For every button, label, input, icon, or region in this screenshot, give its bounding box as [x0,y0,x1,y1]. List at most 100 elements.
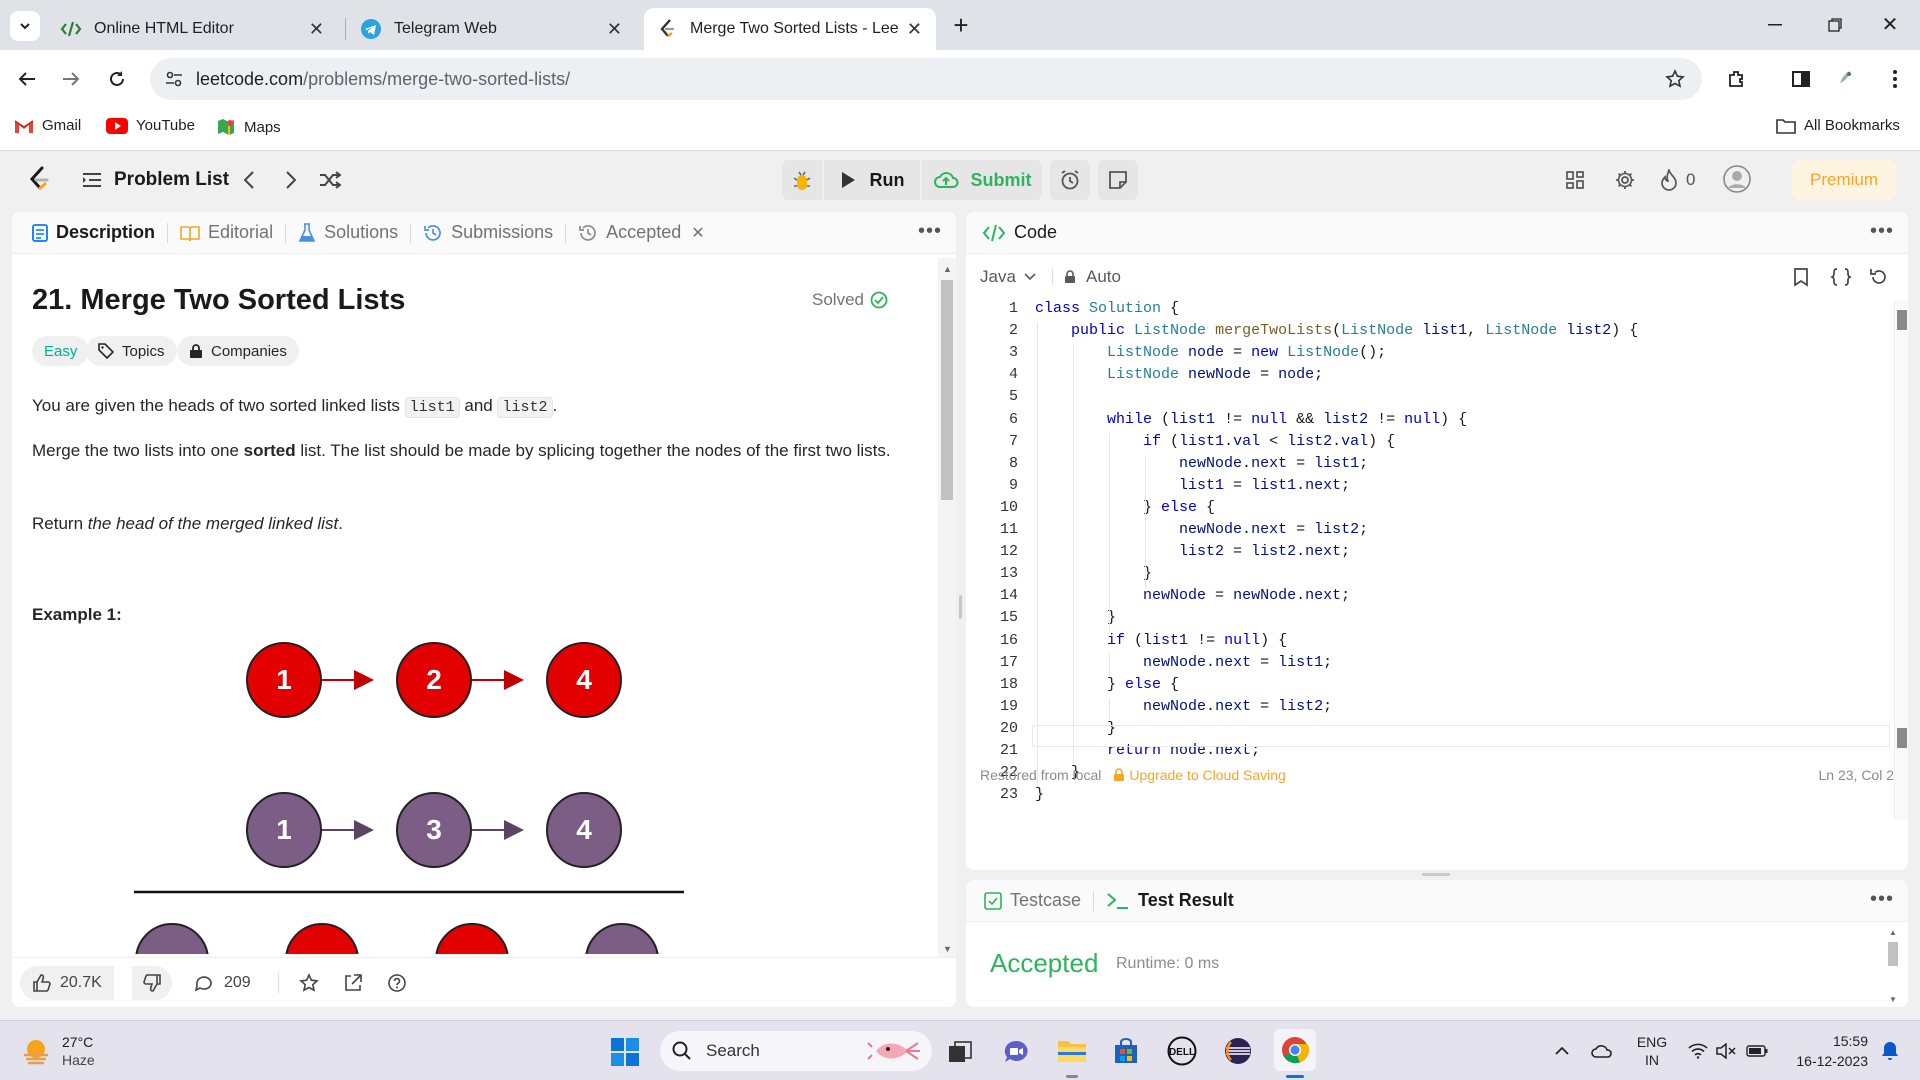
tab-editorial[interactable]: Editorial [180,212,273,254]
panel-resize-handle[interactable] [959,595,962,619]
scrollbar-thumb[interactable] [1897,310,1907,330]
show-hidden-icons[interactable] [1550,1039,1574,1063]
problem-list-button[interactable]: Problem List [82,164,229,196]
more-options-icon[interactable]: ••• [1870,888,1894,911]
like-button[interactable]: 20.7K [20,966,114,1000]
upgrade-link[interactable]: Upgrade to Cloud Saving [1129,767,1285,783]
wifi-icon[interactable] [1686,1039,1710,1063]
settings-gear-icon[interactable] [1610,166,1640,194]
comments-button[interactable]: 209 [186,966,259,1000]
forward-icon[interactable] [56,64,86,94]
all-bookmarks[interactable]: All Bookmarks [1776,117,1900,134]
clock[interactable]: 15:59 16-12-2023 [1780,1031,1868,1071]
site-info-icon[interactable] [164,69,184,89]
line-number: 1 [1008,300,1018,317]
battery-icon[interactable] [1744,1039,1770,1063]
bookmark-maps[interactable]: Maps [216,117,281,137]
eclipse-icon[interactable] [1220,1033,1256,1069]
side-panel-icon[interactable] [1786,64,1816,94]
code-editor[interactable]: 1 class Solution {2 public ListNode merge… [966,300,1908,840]
submit-button[interactable]: Submit [922,160,1042,200]
more-options-icon[interactable]: ••• [1870,220,1894,243]
description-scrollbar[interactable]: ▲ ▼ [938,258,956,958]
premium-button[interactable]: Premium [1792,160,1896,200]
bookmark-gmail[interactable]: Gmail [14,117,81,134]
avatar[interactable] [1722,164,1752,194]
tab-online-html-editor[interactable]: Online HTML Editor ✕ [46,8,338,50]
file-explorer-icon[interactable] [1054,1033,1090,1069]
menu-icon[interactable] [1880,64,1910,94]
topics-pill[interactable]: Topics [86,336,177,366]
tab-testcase[interactable]: Testcase [984,880,1081,922]
thumbs-up-icon [33,974,51,992]
close-icon[interactable]: ✕ [309,19,324,40]
timer-icon[interactable] [1050,160,1090,200]
profile-icon[interactable] [1830,64,1860,94]
tab-search-icon[interactable] [10,11,40,41]
chat-icon[interactable] [998,1035,1034,1069]
taskbar-search[interactable]: Search [660,1031,932,1071]
notification-bell-icon[interactable] [1876,1037,1904,1065]
streak-counter[interactable]: 0 [1660,166,1695,194]
shuffle-icon[interactable] [316,166,344,194]
new-tab-icon[interactable]: + [948,10,974,40]
lock-icon [190,344,202,358]
favorite-star-icon[interactable] [294,968,324,998]
chrome-icon[interactable] [1274,1029,1316,1071]
editor-scrollbar[interactable] [1894,300,1908,820]
extensions-icon[interactable] [1722,64,1752,94]
language-select[interactable]: Java [980,264,1036,290]
onedrive-icon[interactable] [1588,1039,1616,1063]
scrollbar-thumb[interactable] [941,280,953,500]
run-button[interactable]: Run [824,160,920,200]
browser-tab-strip: Online HTML Editor ✕ Telegram Web ✕ Merg… [0,0,1920,50]
task-view-icon[interactable] [942,1035,978,1069]
tab-accepted[interactable]: Accepted ✕ [578,212,705,254]
bookmark-icon[interactable] [1788,264,1814,290]
next-problem-icon[interactable] [278,166,304,194]
notes-icon[interactable] [1098,160,1138,200]
tab-submissions[interactable]: Submissions [423,212,553,254]
window-close-icon[interactable]: ✕ [1875,10,1905,38]
result-scrollbar[interactable]: ▲ ▼ [1886,928,1900,1004]
tab-leetcode[interactable]: Merge Two Sorted Lists - LeetC ✕ [644,8,936,50]
layout-icon[interactable] [1560,166,1590,194]
dell-icon[interactable]: DELL [1164,1033,1200,1069]
tab-test-result[interactable]: Test Result [1106,880,1234,922]
reload-icon[interactable] [102,64,132,94]
companies-pill[interactable]: Companies [177,336,299,366]
reset-code-icon[interactable] [1866,264,1892,290]
weather-widget[interactable]: 27°C Haze [20,1031,95,1071]
start-button[interactable] [608,1035,642,1069]
format-braces-icon[interactable] [1828,264,1854,290]
dislike-button[interactable] [132,966,172,1000]
volume-muted-icon[interactable] [1714,1039,1738,1063]
restore-icon[interactable] [1820,12,1850,38]
bookmark-youtube[interactable]: YouTube [106,117,195,134]
panel-resize-handle[interactable] [1422,873,1450,876]
code-tab[interactable]: Code [982,212,1057,254]
tab-description[interactable]: Description [32,212,155,254]
back-icon[interactable] [12,64,42,94]
language-indicator[interactable]: ENG IN [1634,1033,1670,1069]
minimize-icon[interactable] [1760,12,1790,38]
book-icon [180,225,200,241]
address-bar[interactable]: leetcode.com/problems/merge-two-sorted-l… [150,58,1702,100]
close-icon[interactable]: ✕ [907,19,922,40]
debug-icon[interactable] [782,160,822,200]
indent-guide [1145,521,1146,588]
prev-problem-icon[interactable] [236,166,262,194]
tag-icon [98,343,114,359]
check-circle-icon [870,291,888,309]
close-icon[interactable]: ✕ [691,223,704,243]
document-icon [32,223,48,242]
tab-telegram-web[interactable]: Telegram Web ✕ [346,8,636,50]
share-icon[interactable] [338,968,368,998]
tab-solutions[interactable]: Solutions [298,212,398,254]
more-options-icon[interactable]: ••• [918,220,942,243]
store-icon[interactable] [1108,1033,1144,1069]
close-icon[interactable]: ✕ [607,19,622,40]
leetcode-logo[interactable] [24,164,54,196]
bookmark-star-icon[interactable] [1664,68,1686,90]
help-icon[interactable] [382,968,412,998]
